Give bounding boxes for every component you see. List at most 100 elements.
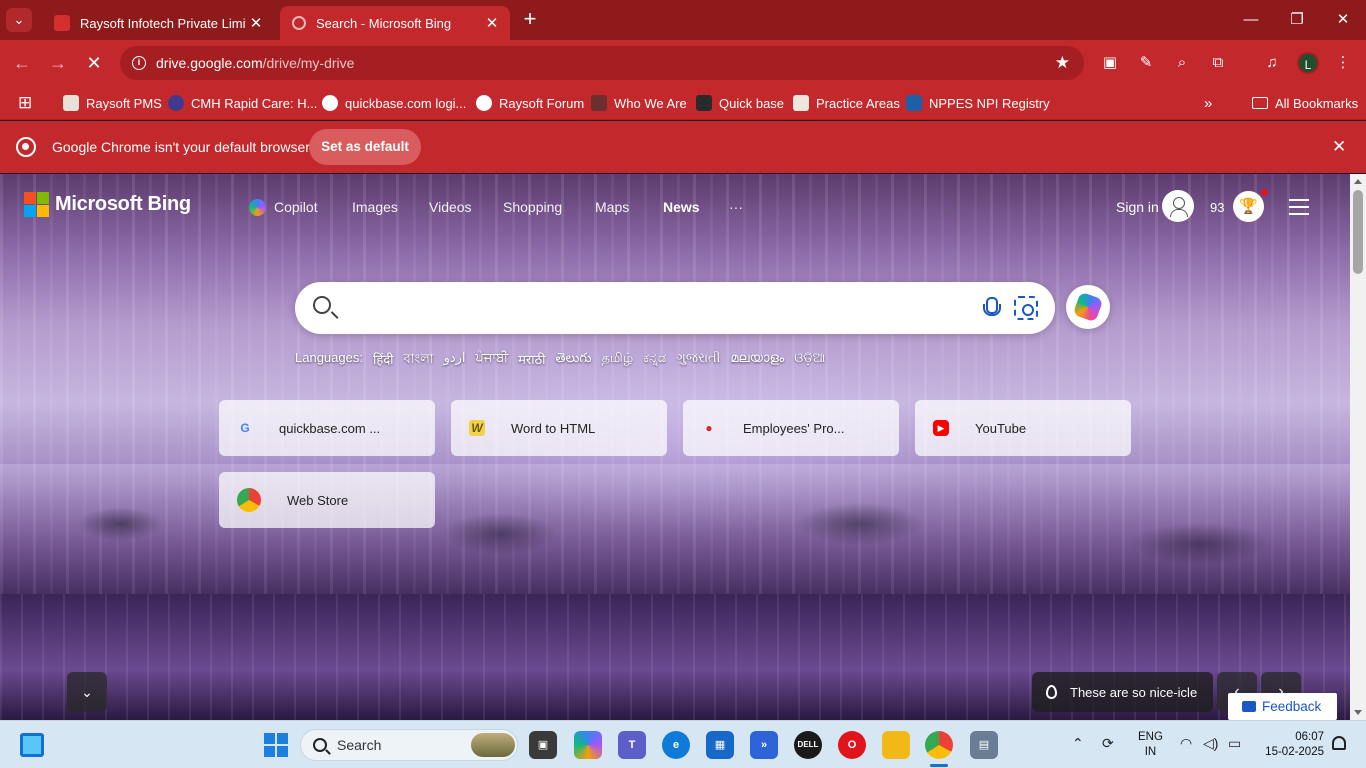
nav-maps[interactable]: Maps	[595, 199, 629, 215]
quick-link-tile[interactable]: Web Store	[219, 472, 435, 528]
language-link[interactable]: ଓଡ଼ିଆ	[794, 350, 825, 371]
scroll-up-arrow-icon[interactable]	[1354, 179, 1362, 184]
dell-icon[interactable]: DELL	[794, 731, 822, 759]
language-link[interactable]: ગુજરાતી	[676, 350, 720, 371]
nav-images[interactable]: Images	[352, 199, 398, 215]
remote-app-icon[interactable]: ▤	[970, 731, 998, 759]
language-link[interactable]: मराठी	[518, 350, 545, 371]
feedback-button[interactable]: Feedback	[1228, 693, 1337, 720]
rewards-points[interactable]: 93	[1210, 200, 1224, 215]
user-avatar-icon[interactable]	[1162, 190, 1194, 222]
bookmark-raysoft-pms[interactable]: Raysoft PMS	[63, 93, 162, 113]
more-menu-icon[interactable]: ⋮	[1332, 52, 1354, 74]
bookmark-practice-areas[interactable]: Practice Areas	[793, 93, 900, 113]
extensions-puzzle-icon[interactable]: ⧉	[1207, 52, 1229, 74]
input-language[interactable]: ENG IN	[1138, 730, 1163, 760]
language-link[interactable]: اردو	[444, 350, 466, 371]
new-tab-button[interactable]: +	[518, 8, 542, 32]
language-link[interactable]: മലയാളം	[730, 350, 784, 371]
language-link[interactable]: ಕನ್ನಡ	[643, 350, 666, 371]
forward-button[interactable]: →	[46, 51, 70, 75]
all-bookmarks-button[interactable]: All Bookmarks	[1252, 93, 1358, 113]
close-window-button[interactable]: ✕	[1320, 6, 1366, 34]
widgets-icon[interactable]	[20, 733, 44, 757]
hamburger-menu-icon[interactable]	[1289, 199, 1309, 215]
tab-search-button[interactable]: ⌄	[6, 8, 32, 32]
close-infobar-icon[interactable]: ✕	[1332, 137, 1346, 157]
microsoft-store-icon[interactable]: ▦	[706, 731, 734, 759]
quick-link-tile[interactable]: ● Employees' Pro...	[683, 400, 899, 456]
more-bookmarks-chevron-icon[interactable]: »	[1204, 93, 1212, 113]
sign-in-link[interactable]: Sign in	[1116, 199, 1159, 215]
close-tab-icon[interactable]: ✕	[482, 14, 502, 32]
apps-grid-icon[interactable]: ⊞	[18, 93, 32, 113]
chrome-taskbar-icon[interactable]	[925, 731, 953, 759]
task-view-icon[interactable]: ▣	[529, 731, 557, 759]
close-tab-icon[interactable]: ✕	[246, 14, 266, 32]
quick-link-tile[interactable]: ▶ YouTube	[915, 400, 1131, 456]
nav-shopping[interactable]: Shopping	[503, 199, 562, 215]
copilot-button[interactable]	[1066, 285, 1110, 329]
back-button[interactable]: ←	[10, 51, 34, 75]
nav-more[interactable]: ···	[729, 199, 743, 215]
volume-icon[interactable]: ◁)	[1203, 735, 1218, 752]
bookmark-quickbase-login[interactable]: quickbase.com logi...	[322, 93, 466, 113]
language-link[interactable]: ਪੰਜਾਬੀ	[476, 350, 509, 371]
file-explorer-icon[interactable]	[882, 731, 910, 759]
edge-icon[interactable]: e	[662, 731, 690, 759]
tab-bing[interactable]: Search - Microsoft Bing ✕	[280, 6, 510, 40]
bookmark-raysoft-forum[interactable]: Raysoft Forum	[476, 93, 584, 113]
image-info-caption[interactable]: These are so nice-icle	[1032, 672, 1213, 712]
stop-loading-button[interactable]: ✕	[82, 51, 106, 75]
address-bar[interactable]: i drive.google.com/drive/my-drive ★	[120, 46, 1084, 80]
language-link[interactable]: हिंदी	[373, 350, 394, 371]
network-sync-icon[interactable]: ⟳	[1102, 735, 1114, 752]
pen-icon[interactable]: ✎	[1135, 52, 1157, 74]
microphone-icon[interactable]	[981, 296, 1001, 320]
language-link[interactable]: বাংলা	[404, 350, 434, 371]
trophy-icon[interactable]: 🏆	[1233, 191, 1264, 222]
nav-videos[interactable]: Videos	[429, 199, 472, 215]
minimize-button[interactable]: —	[1228, 6, 1274, 34]
profile-avatar[interactable]: L	[1297, 52, 1319, 74]
who-we-are-icon	[591, 95, 607, 111]
start-button[interactable]	[264, 733, 288, 757]
search-box[interactable]	[295, 282, 1055, 334]
language-link[interactable]: தமிழ்	[601, 350, 633, 371]
notification-bell-icon[interactable]	[1332, 736, 1346, 750]
bing-logo[interactable]: Microsoft Bing	[24, 192, 191, 217]
scroll-down-arrow-icon[interactable]	[1354, 710, 1362, 715]
nav-copilot[interactable]: Copilot	[274, 199, 318, 215]
page-scrollbar[interactable]	[1350, 174, 1366, 720]
set-as-default-button[interactable]: Set as default	[309, 129, 421, 165]
opera-icon[interactable]: O	[838, 731, 866, 759]
maximize-button[interactable]: ❐	[1274, 6, 1320, 34]
bookmark-nppes[interactable]: NPPES NPI Registry	[906, 93, 1050, 113]
zoom-icon[interactable]: ⌕	[1171, 52, 1193, 74]
power-automate-icon[interactable]: »	[750, 731, 778, 759]
extension-photo-icon[interactable]: ▣	[1099, 52, 1121, 74]
scrollbar-thumb[interactable]	[1353, 190, 1363, 274]
taskbar-search[interactable]: Search	[300, 729, 518, 761]
wifi-icon[interactable]: ◠	[1180, 735, 1192, 752]
bookmark-who-we-are[interactable]: Who We Are	[591, 93, 687, 113]
battery-icon[interactable]: ▭	[1228, 735, 1241, 752]
tab-raysoft[interactable]: Raysoft Infotech Private Limited ✕	[42, 6, 274, 40]
language-link[interactable]: తెలుగు	[556, 350, 592, 371]
visual-search-icon[interactable]	[1014, 296, 1038, 320]
site-info-icon[interactable]: i	[132, 56, 146, 70]
copilot-taskbar-icon[interactable]	[574, 731, 602, 759]
bookmark-cmh-rapid-care[interactable]: CMH Rapid Care: H...	[168, 93, 317, 113]
quick-link-tile[interactable]: W Word to HTML	[451, 400, 667, 456]
active-app-indicator	[930, 764, 948, 767]
nav-news[interactable]: News	[663, 199, 700, 215]
show-hidden-icons-chevron-icon[interactable]: ⌃	[1072, 735, 1084, 752]
teams-icon[interactable]: T	[618, 731, 646, 759]
system-clock[interactable]: 06:07 15-02-2025	[1258, 730, 1324, 760]
media-control-icon[interactable]: ♫	[1261, 52, 1283, 74]
bookmark-quick-base[interactable]: Quick base	[696, 93, 784, 113]
quick-link-tile[interactable]: G quickbase.com ...	[219, 400, 435, 456]
search-input[interactable]	[347, 292, 957, 324]
bookmark-star-icon[interactable]: ★	[1055, 53, 1070, 73]
scroll-down-button[interactable]: ⌄	[67, 672, 107, 712]
